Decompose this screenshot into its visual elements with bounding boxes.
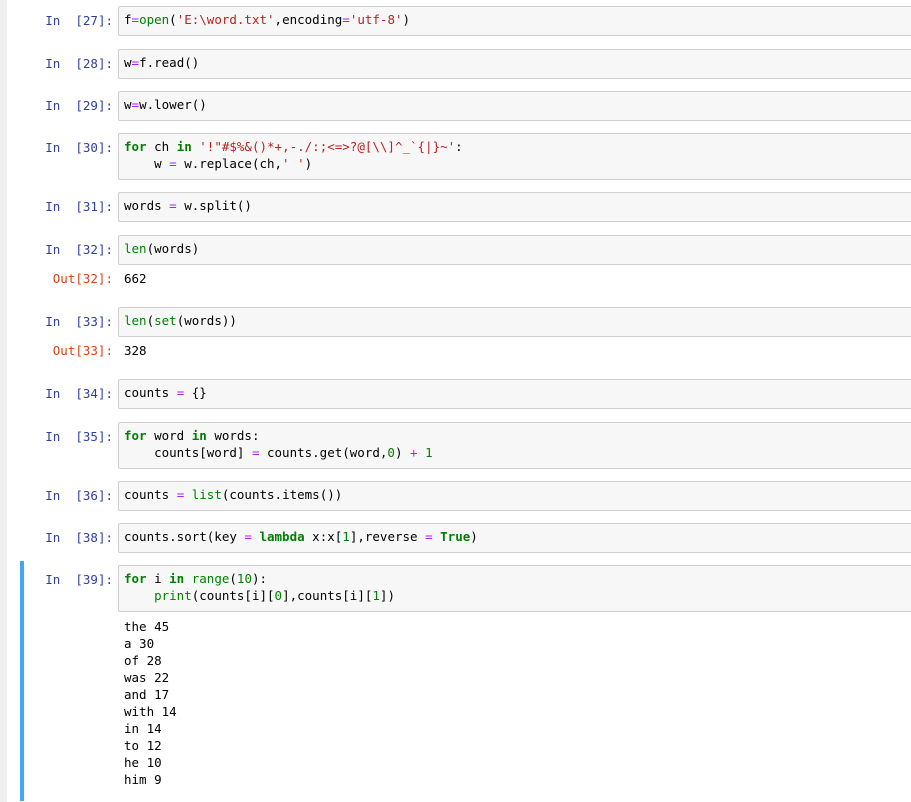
code-line: len(words) xyxy=(124,241,200,256)
in-prompt-31: In [31]: xyxy=(45,199,113,214)
stream-output-line: him 9 xyxy=(124,772,162,787)
in-prompt-32: In [32]: xyxy=(45,242,113,257)
code-input-33[interactable]: len(set(words)) xyxy=(118,307,911,337)
in-prompt-30: In [30]: xyxy=(45,140,113,155)
in-prompt-27: In [27]: xyxy=(45,13,113,28)
code-input-28[interactable]: w=f.read() xyxy=(118,49,911,79)
code-input-27[interactable]: f=open('E:\word.txt',encoding='utf-8') xyxy=(118,6,911,36)
code-line: for word in words: xyxy=(124,428,260,443)
out-prompt-32: Out[32]: xyxy=(52,271,113,286)
code-line: len(set(words)) xyxy=(124,313,237,328)
code-input-39[interactable]: for i in range(10): print(counts[i][0],c… xyxy=(118,565,911,612)
in-prompt-29: In [29]: xyxy=(45,98,113,113)
code-line: f=open('E:\word.txt',encoding='utf-8') xyxy=(124,12,411,27)
output-33: 328 xyxy=(124,343,147,358)
code-input-34[interactable]: counts = {} xyxy=(118,379,911,409)
out-prompt-33: Out[33]: xyxy=(52,343,113,358)
stream-output-line: was 22 xyxy=(124,670,170,685)
stream-output-line: of 28 xyxy=(124,653,162,668)
code-input-31[interactable]: words = w.split() xyxy=(118,192,911,222)
stream-output-line: the 45 xyxy=(124,619,170,634)
stream-output-line: a 30 xyxy=(124,636,155,651)
code-line: w=w.lower() xyxy=(124,97,207,112)
notebook-left-gutter xyxy=(0,0,7,802)
code-input-30[interactable]: for ch in '!"#$%&()*+,-./:;<=>?@[\\]^_`{… xyxy=(118,133,911,180)
code-line: counts = list(counts.items()) xyxy=(124,487,343,502)
code-line: w=f.read() xyxy=(124,55,200,70)
in-prompt-34: In [34]: xyxy=(45,386,113,401)
code-input-32[interactable]: len(words) xyxy=(118,235,911,265)
code-line: counts.sort(key = lambda x:x[1],reverse … xyxy=(124,529,478,544)
in-prompt-36: In [36]: xyxy=(45,488,113,503)
stream-output-line: in 14 xyxy=(124,721,162,736)
stream-output-line: to 12 xyxy=(124,738,162,753)
stream-output-line: and 17 xyxy=(124,687,170,702)
in-prompt-28: In [28]: xyxy=(45,56,113,71)
output-32: 662 xyxy=(124,271,147,286)
stream-output-line: he 10 xyxy=(124,755,162,770)
code-input-35[interactable]: for word in words: counts[word] = counts… xyxy=(118,422,911,469)
in-prompt-38: In [38]: xyxy=(45,530,113,545)
in-prompt-39: In [39]: xyxy=(45,572,113,587)
code-line: w = w.replace(ch,' ') xyxy=(124,156,313,171)
code-input-38[interactable]: counts.sort(key = lambda x:x[1],reverse … xyxy=(118,523,911,553)
code-line: counts = {} xyxy=(124,385,207,400)
in-prompt-35: In [35]: xyxy=(45,429,113,444)
code-input-36[interactable]: counts = list(counts.items()) xyxy=(118,481,911,511)
code-line: for i in range(10): xyxy=(124,571,268,586)
stream-output-line: with 14 xyxy=(124,704,177,719)
code-line: counts[word] = counts.get(word,0) + 1 xyxy=(124,445,433,460)
code-input-29[interactable]: w=w.lower() xyxy=(118,91,911,121)
code-line: print(counts[i][0],counts[i][1]) xyxy=(154,588,395,603)
code-line: words = w.split() xyxy=(124,198,252,213)
stream-output-39: the 45 a 30 of 28 was 22 and 17 with 14 in 14 t… xyxy=(124,618,911,788)
code-line: for ch in '!"#$%&()*+,-./:;<=>?@[\\]^_`{… xyxy=(124,139,463,154)
in-prompt-33: In [33]: xyxy=(45,314,113,329)
